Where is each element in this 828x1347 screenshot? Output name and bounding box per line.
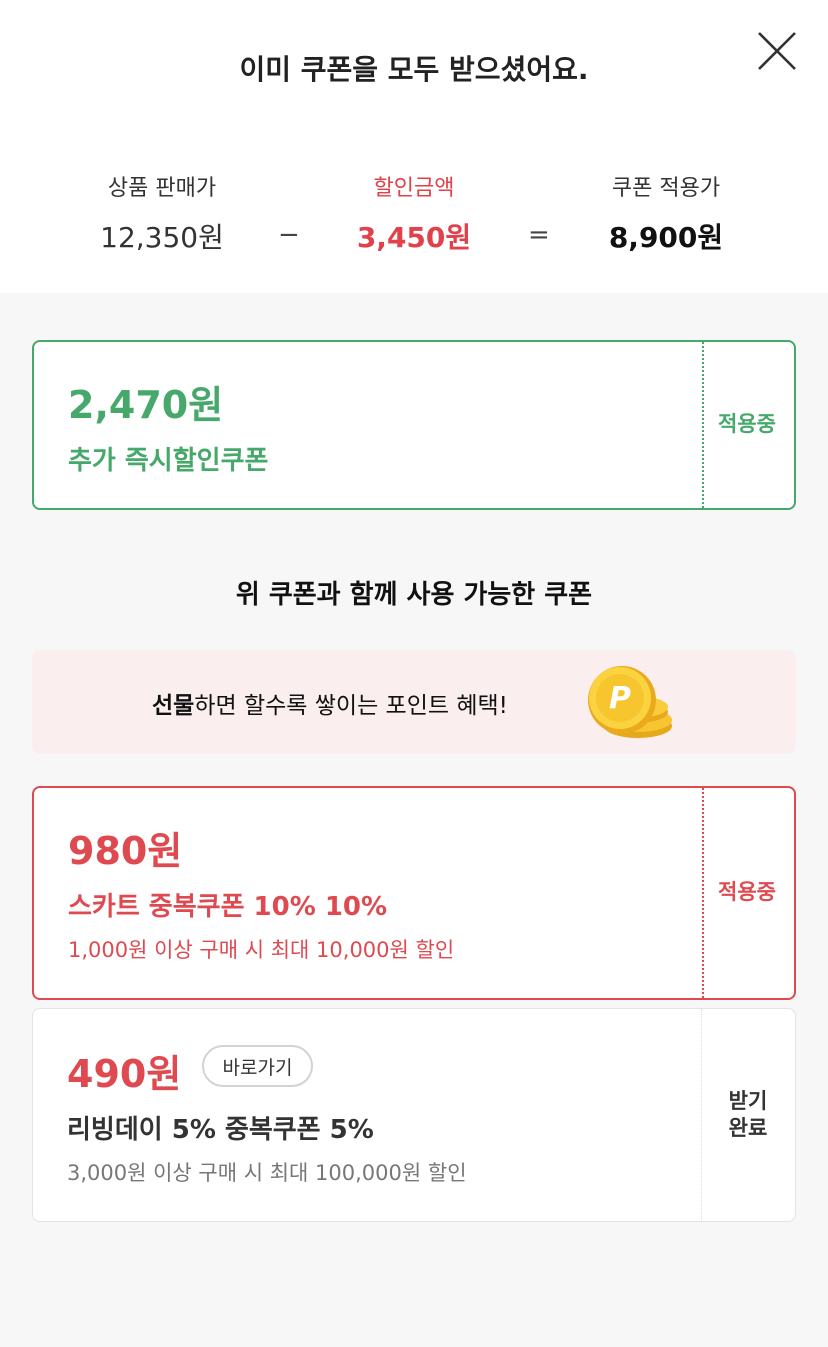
banner-text-rest: 하면 할수록 쌓이는 포인트 혜택! xyxy=(194,693,508,719)
banner-text: 선물하면 할수록 쌓이는 포인트 혜택! xyxy=(152,686,508,720)
minus-sign: − xyxy=(278,220,300,250)
discount-value: 3,450원 xyxy=(356,221,472,254)
coupon-condition: 1,000원 이상 구매 시 최대 10,000원 할인 xyxy=(68,938,455,962)
coupon-status: 적용중 xyxy=(718,412,776,437)
instant-discount-coupon[interactable]: 2,470원 추가 즉시할인쿠폰 적용중 xyxy=(32,340,796,510)
final-price-label: 쿠폰 적용가 xyxy=(611,176,721,201)
coupon-item[interactable]: 490원 바로가기 리빙데이 5% 중복쿠폰 5% 3,000원 이상 구매 시… xyxy=(32,1008,796,1222)
sale-price: 상품 판매가 12,350원 xyxy=(62,170,262,256)
discount-label: 할인금액 xyxy=(373,176,455,201)
point-benefit-banner[interactable]: 선물하면 할수록 쌓이는 포인트 혜택! P xyxy=(32,650,796,754)
final-price: 쿠폰 적용가 8,900원 xyxy=(566,170,766,256)
sale-price-label: 상품 판매가 xyxy=(107,176,217,201)
summary-header: 이미 쿠폰을 모두 받으셨어요. 상품 판매가 12,350원 − 할인금액 3… xyxy=(0,0,828,293)
coupon-amount: 2,470원 xyxy=(68,383,224,427)
page-title: 이미 쿠폰을 모두 받으셨어요. xyxy=(239,53,589,86)
section-title: 위 쿠폰과 함께 사용 가능한 쿠폰 xyxy=(235,580,593,610)
coupon-name: 리빙데이 5% 중복쿠폰 5% xyxy=(67,1115,374,1145)
coupon-name: 추가 즉시할인쿠폰 xyxy=(68,446,269,476)
point-coin-icon: P xyxy=(588,666,672,738)
banner-text-bold: 선물 xyxy=(152,693,195,719)
coupon-amount: 490원 xyxy=(67,1052,182,1096)
sale-price-value: 12,350원 xyxy=(100,221,224,254)
coupon-item[interactable]: 980원 스카트 중복쿠폰 10% 10% 1,000원 이상 구매 시 최대 … xyxy=(32,786,796,1000)
equals-sign: = xyxy=(528,220,550,250)
goto-button[interactable]: 바로가기 xyxy=(202,1045,313,1087)
coupon-status: 적용중 xyxy=(718,880,776,905)
close-icon xyxy=(758,32,796,70)
final-price-value: 8,900원 xyxy=(608,221,724,254)
discount-amount: 할인금액 3,450원 xyxy=(314,170,514,256)
coupon-name: 스카트 중복쿠폰 10% 10% xyxy=(68,892,388,922)
coupon-status: 받기 완료 xyxy=(701,1009,795,1221)
coupon-amount: 980원 xyxy=(68,829,183,873)
coupon-condition: 3,000원 이상 구매 시 최대 100,000원 할인 xyxy=(67,1161,467,1185)
coupon-status-line1: 받기 xyxy=(728,1088,768,1113)
coupon-status-line2: 완료 xyxy=(728,1116,768,1140)
coin-letter: P xyxy=(609,681,631,716)
close-button[interactable] xyxy=(756,30,798,72)
